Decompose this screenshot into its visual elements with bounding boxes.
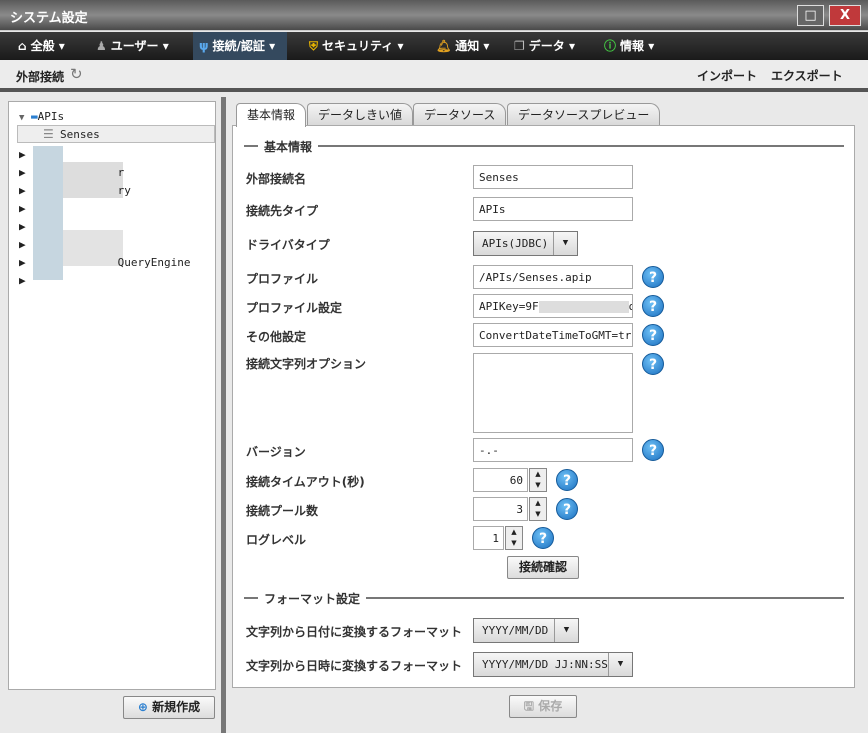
tree-node-senses[interactable]: ☰ Senses [17, 125, 215, 143]
tree-node[interactable]: ▶ [19, 148, 26, 161]
tree-node[interactable]: ▶ [19, 202, 26, 215]
help-icon[interactable]: ? [642, 324, 664, 346]
menu-connection[interactable]: ψ 接続/認証 ▾ [193, 32, 287, 60]
title-bar [0, 0, 868, 31]
menu-bar: ⌂ 全般 ▾ ♟ ユーザー ▾ ψ 接続/認証 ▾ ⛨ セキュリティ ▾ 🔔︎ 通知 ▾ … [0, 32, 868, 60]
chevron-down-icon: ▼ [608, 653, 632, 676]
shield-icon: ⛨ [309, 39, 319, 53]
info-icon: ⓘ [604, 39, 617, 53]
section-title: 外部接続 [16, 70, 65, 84]
test-connection-button[interactable]: 接続確認 [507, 556, 579, 579]
connection-tree: ▼ ▬APIs ☰ Senses ▶ ▶ r ▶ ry ▶ ▶ ▶ ▶ QueryEn… [8, 101, 216, 690]
save-button[interactable]: 🖫︎ 保存 [509, 695, 577, 718]
sub-header: 外部接続 ↻ インポート エクスポート [0, 60, 868, 92]
help-icon[interactable]: ? [642, 295, 664, 317]
menu-users[interactable]: ♟ ユーザー ▾ [90, 32, 175, 60]
help-icon[interactable]: ? [556, 498, 578, 520]
field-label: プロファイル [246, 272, 319, 286]
date-format-select[interactable]: YYYY/MM/DD ▼ [473, 618, 579, 643]
tab-data-source[interactable]: データソース [413, 103, 507, 126]
menu-info[interactable]: ⓘ 情報 ▾ [598, 32, 660, 60]
tree-node[interactable]: ▶ QueryEngine [19, 256, 190, 269]
tree-node[interactable]: ▶ r [19, 166, 124, 179]
field-label: 接続プール数 [246, 504, 319, 518]
version-input[interactable]: -.- [473, 438, 633, 462]
connection-name-input[interactable]: Senses [473, 165, 633, 189]
export-link[interactable]: エクスポート [771, 67, 843, 84]
data-icon: ❐ [514, 39, 525, 53]
pool-size-stepper[interactable]: ▲ ▼ [529, 497, 547, 521]
tree-node[interactable]: ▶ ry [19, 184, 131, 197]
field-label: ドライバタイプ [246, 238, 330, 252]
field-label: 接続タイムアウト(秒) [246, 475, 365, 489]
maximize-button[interactable]: □ [797, 5, 824, 26]
expanded-arrow-icon: ▼ [19, 113, 25, 123]
profile-settings-input[interactable]: APIKey=9FoE [473, 294, 633, 318]
save-icon: 🖫︎ [523, 699, 535, 713]
section-divider [244, 145, 844, 147]
tree-node[interactable]: ▶ [19, 274, 26, 287]
import-link[interactable]: インポート [697, 67, 757, 84]
tree-node-apis[interactable]: ▼ ▬APIs [19, 110, 64, 123]
new-button[interactable]: ⊕ 新規作成 [123, 696, 215, 719]
field-label: 接続先タイプ [246, 204, 319, 218]
tab-data-threshold[interactable]: データしきい値 [307, 103, 414, 126]
database-icon: ☰ [43, 127, 54, 141]
window-title: システム設定 [10, 11, 88, 26]
field-label: その他設定 [246, 330, 307, 344]
help-icon[interactable]: ? [556, 469, 578, 491]
folder-icon: ▬ [31, 110, 38, 123]
close-button[interactable]: X [829, 5, 861, 26]
other-settings-input[interactable]: ConvertDateTimeToGMT=true; [473, 323, 633, 347]
field-label: 外部接続名 [246, 172, 307, 186]
tree-node[interactable]: ▶ [19, 238, 26, 251]
field-label: プロファイル設定 [246, 301, 343, 315]
field-label: 文字列から日付に変換するフォーマット [246, 625, 463, 639]
section-basic-info: 基本情報 [258, 138, 319, 155]
help-icon[interactable]: ? [642, 439, 664, 461]
pool-size-input[interactable]: 3 [473, 497, 528, 521]
driver-type-select[interactable]: APIs(JDBC) ▼ [473, 231, 578, 256]
refresh-icon[interactable]: ↻ [70, 65, 83, 83]
help-icon[interactable]: ? [532, 527, 554, 549]
timeout-stepper[interactable]: ▲ ▼ [529, 468, 547, 492]
log-level-input[interactable]: 1 [473, 526, 504, 550]
tab-data-source-preview[interactable]: データソースプレビュー [507, 103, 661, 126]
profile-input[interactable]: /APIs/Senses.apip [473, 265, 633, 289]
splitter[interactable] [221, 97, 226, 733]
field-label: 文字列から日時に変換するフォーマット [246, 659, 463, 673]
tree-node[interactable]: ▶ [19, 220, 26, 233]
field-label: 接続文字列オプション [246, 357, 367, 371]
chevron-down-icon: ▼ [553, 232, 577, 255]
log-level-stepper[interactable]: ▲ ▼ [505, 526, 523, 550]
bell-icon: 🔔︎ [436, 39, 452, 53]
user-icon: ♟ [96, 39, 107, 53]
datetime-format-select[interactable]: YYYY/MM/DD JJ:NN:SS ▼ [473, 652, 633, 677]
plus-icon: ⊕ [137, 700, 148, 714]
help-icon[interactable]: ? [642, 266, 664, 288]
section-format: フォーマット設定 [258, 590, 367, 607]
menu-notification[interactable]: 🔔︎ 通知 ▾ [430, 32, 495, 60]
home-icon: ⌂ [18, 39, 27, 53]
connection-type-input[interactable]: APIs [473, 197, 633, 221]
menu-general[interactable]: ⌂ 全般 ▾ [12, 32, 71, 60]
menu-security[interactable]: ⛨ セキュリティ ▾ [303, 32, 410, 60]
connection-string-options-textarea[interactable] [473, 353, 633, 433]
tab-basic-info[interactable]: 基本情報 [236, 103, 307, 127]
field-label: ログレベル [246, 533, 307, 547]
timeout-input[interactable]: 60 [473, 468, 528, 492]
field-label: バージョン [246, 445, 306, 459]
redacted-block [538, 301, 629, 313]
chevron-down-icon: ▼ [554, 619, 578, 642]
help-icon[interactable]: ? [642, 353, 664, 375]
menu-data[interactable]: ❐ データ ▾ [508, 32, 581, 60]
plug-icon: ψ [199, 39, 209, 53]
